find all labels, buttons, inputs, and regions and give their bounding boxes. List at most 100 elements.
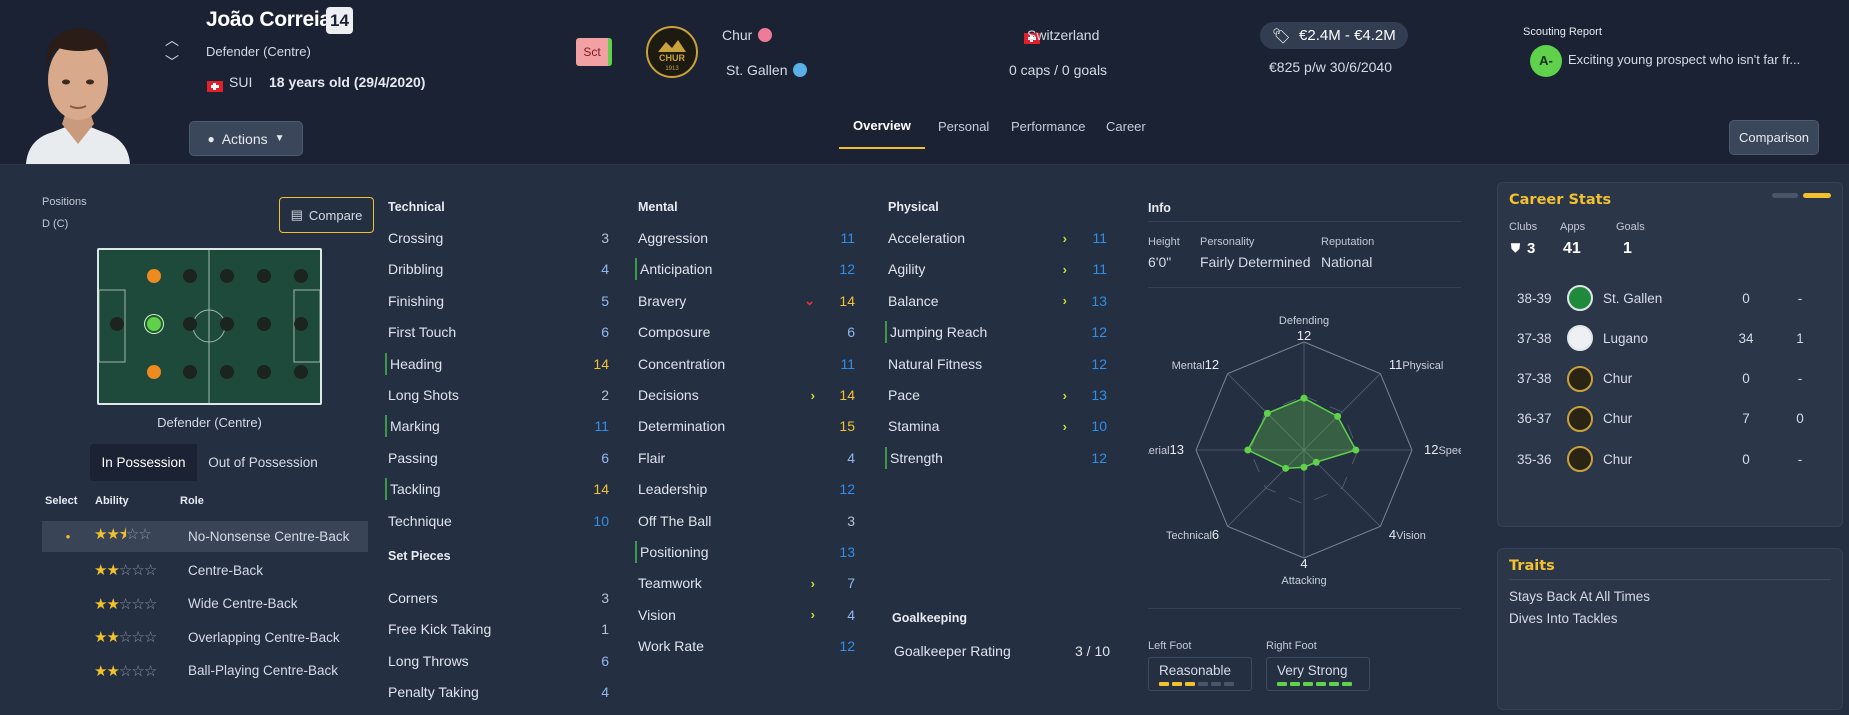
club-crest[interactable]: CHUR 1913	[646, 26, 698, 78]
attribute-row[interactable]: Positioning 13	[635, 541, 855, 563]
chevron-up-icon[interactable]: ︿	[165, 30, 179, 50]
star-icon: ☆	[131, 629, 144, 646]
current-club[interactable]: Chur	[722, 27, 773, 43]
tab-performance[interactable]: Performance	[1011, 119, 1085, 134]
attribute-row[interactable]: Determination 15	[635, 415, 855, 437]
attribute-row[interactable]: Bravery ⌄ 14	[635, 290, 855, 312]
position-dot	[110, 317, 124, 331]
right-foot-value: Very Strong	[1277, 663, 1348, 678]
attribute-row[interactable]: Teamwork › 7	[635, 572, 855, 594]
attribute-value: 14	[839, 292, 855, 309]
chevron-down-icon[interactable]: ﹀	[165, 52, 179, 72]
page-indicator[interactable]	[1772, 193, 1798, 198]
position-dot	[183, 365, 197, 379]
attribute-row[interactable]: Crossing 3	[385, 227, 609, 249]
attribute-row[interactable]: Flair 4	[635, 447, 855, 469]
attribute-row[interactable]: Work Rate 12	[635, 635, 855, 657]
nation-name[interactable]: Switzerland	[1027, 27, 1099, 43]
attribute-row[interactable]: Composure 6	[635, 321, 855, 343]
career-row[interactable]: 36-37 Chur 7 0	[1509, 403, 1834, 435]
attribute-row[interactable]: Long Shots 2	[385, 384, 609, 406]
attribute-name: Decisions	[638, 387, 699, 403]
compare-button[interactable]: ▤ Compare	[279, 197, 374, 233]
attribute-row[interactable]: Marking 11	[385, 415, 609, 438]
attribute-row[interactable]: Penalty Taking 4	[385, 681, 609, 703]
star-icon: ☆	[131, 595, 144, 613]
meter-segment	[1290, 682, 1300, 686]
career-row[interactable]: 37-38 Chur 0 -	[1509, 363, 1834, 395]
attribute-name: Dribbling	[388, 261, 444, 278]
attribute-row[interactable]: Off The Ball 3	[635, 510, 855, 532]
attribute-value: 12	[839, 261, 855, 278]
attribute-value: 12	[1091, 324, 1107, 341]
role-row[interactable]: ★★☆☆☆ Centre-Back	[42, 555, 368, 586]
attribute-row[interactable]: Jumping Reach 12	[885, 321, 1107, 344]
right-foot-label: Right Foot	[1266, 640, 1317, 652]
attribute-row[interactable]: Concentration 11	[635, 353, 855, 375]
actions-button[interactable]: ● Actions ▼	[189, 121, 303, 156]
attribute-row[interactable]: Free Kick Taking 1	[385, 618, 609, 640]
star-icon: ★	[106, 595, 119, 613]
attribute-row[interactable]: Natural Fitness 12	[885, 353, 1107, 375]
selected-indicator: ●	[65, 532, 71, 541]
role-row[interactable]: ★★☆☆☆ Wide Centre-Back	[42, 588, 368, 619]
role-row[interactable]: ★★☆☆☆ Ball-Playing Centre-Back	[42, 655, 368, 686]
attribute-row[interactable]: Balance › 13	[885, 290, 1107, 312]
scouting-summary[interactable]: Exciting young prospect who isn't far fr…	[1568, 52, 1800, 67]
attribute-row[interactable]: Aggression 11	[635, 227, 855, 249]
right-foot-meter	[1277, 682, 1359, 686]
role-row[interactable]: ★★☆☆☆ Overlapping Centre-Back	[42, 622, 368, 653]
attribute-row[interactable]: Corners 3	[385, 587, 609, 609]
clubs-label: Clubs	[1509, 221, 1538, 233]
attribute-row[interactable]: Passing 6	[385, 447, 609, 469]
page-indicator-active[interactable]	[1803, 193, 1831, 198]
attribute-row[interactable]: Dribbling 4	[385, 258, 609, 280]
attribute-row[interactable]: First Touch 6	[385, 321, 609, 343]
scout-grade: A-	[1530, 45, 1562, 77]
season: 37-38	[1517, 330, 1552, 346]
attribute-row[interactable]: Strength 12	[885, 446, 1107, 469]
attribute-row[interactable]: Finishing 5	[385, 290, 609, 312]
attribute-row[interactable]: Long Throws 6	[385, 650, 609, 672]
goals-label: Goals	[1616, 221, 1645, 233]
tab-overview[interactable]: Overview	[853, 118, 911, 133]
attribute-row[interactable]: Anticipation 12	[635, 258, 855, 281]
attribute-row[interactable]: Pace › 13	[885, 384, 1107, 406]
tab-out-of-possession[interactable]: Out of Possession	[197, 444, 329, 481]
star-icon: ☆	[118, 662, 132, 680]
nation-code: SUI	[229, 74, 253, 90]
status-badge[interactable]: Sct	[576, 38, 612, 66]
parent-club[interactable]: St. Gallen	[726, 62, 808, 78]
attribute-value: 10	[593, 512, 609, 529]
attribute-name: Teamwork	[638, 575, 702, 592]
attribute-row[interactable]: Agility › 11	[885, 258, 1107, 280]
attribute-row[interactable]: Vision › 4	[635, 604, 855, 626]
comparison-button[interactable]: Comparison	[1729, 120, 1819, 155]
attribute-name: Corners	[388, 590, 438, 606]
attribute-row[interactable]: Acceleration › 11	[885, 227, 1107, 249]
career-row[interactable]: 37-38 Lugano 34 1	[1509, 322, 1834, 354]
career-row[interactable]: 38-39 St. Gallen 0 -	[1509, 282, 1834, 314]
tab-in-possession[interactable]: In Possession	[90, 444, 197, 481]
attribute-row[interactable]: Technique 10	[385, 510, 609, 532]
attribute-row[interactable]: Stamina › 10	[885, 415, 1107, 437]
attribute-name: First Touch	[388, 324, 457, 341]
radar-axis-label: 12Speed	[1424, 442, 1461, 457]
divider	[1148, 287, 1461, 288]
attribute-row[interactable]: Leadership 12	[635, 478, 855, 500]
trait-item[interactable]: Dives Into Tackles	[1509, 611, 1618, 626]
tab-career[interactable]: Career	[1106, 119, 1146, 134]
loan-icon	[758, 28, 773, 42]
attribute-value: 12	[839, 638, 855, 655]
radar-point	[1244, 446, 1252, 454]
attribute-row[interactable]: Tackling 14	[385, 478, 609, 501]
meter-segment	[1224, 682, 1234, 686]
attribute-row[interactable]: Heading 14	[385, 352, 609, 375]
role-row[interactable]: ● ★★⯨☆☆ No-Nonsense Centre-Back	[42, 521, 368, 552]
trait-item[interactable]: Stays Back At All Times	[1509, 589, 1650, 604]
tab-personal[interactable]: Personal	[938, 119, 989, 134]
attribute-row[interactable]: Decisions › 14	[635, 384, 855, 406]
career-row[interactable]: 35-36 Chur 0 -	[1509, 443, 1834, 475]
left-foot-meter	[1159, 682, 1241, 686]
left-foot-value: Reasonable	[1159, 663, 1232, 678]
